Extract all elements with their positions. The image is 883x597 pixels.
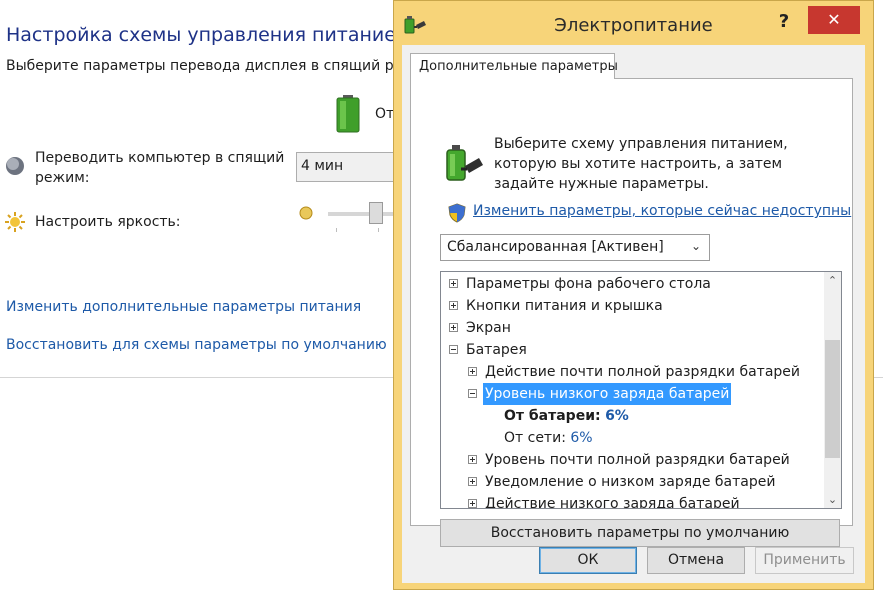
brightness-label: Настроить яркость: (35, 214, 181, 230)
slider-tick (378, 228, 379, 232)
dim-sun-icon (299, 206, 313, 220)
expand-plus-icon[interactable] (468, 499, 477, 508)
tree-item-label: Экран (466, 320, 511, 336)
change-unavailable-settings-link[interactable]: Изменить параметры, которые сейчас недос… (473, 203, 851, 219)
dialog-titlebar[interactable]: Электропитание ? ✕ (394, 1, 873, 47)
ok-button[interactable]: ОК (539, 547, 637, 574)
expand-plus-icon[interactable] (449, 323, 458, 332)
uac-shield-icon (448, 203, 466, 223)
scroll-up-arrow-icon[interactable]: ⌃ (824, 272, 841, 289)
restore-defaults-button[interactable]: Восстановить параметры по умолчанию (440, 519, 840, 547)
power-plan-select-value: Сбалансированная [Активен] (447, 239, 664, 255)
tab-panel: Выберите схему управления питанием, кото… (410, 78, 853, 547)
expand-plus-icon[interactable] (449, 301, 458, 310)
expand-plus-icon[interactable] (468, 367, 477, 376)
restore-plan-defaults-link[interactable]: Восстановить для схемы параметры по умол… (6, 337, 387, 353)
tree-item-label: Параметры фона рабочего стола (466, 276, 711, 292)
plugged-in-label: От сети: (504, 430, 566, 446)
tab-advanced-settings[interactable]: Дополнительные параметры (410, 53, 618, 79)
expand-plus-icon[interactable] (449, 279, 458, 288)
chevron-down-icon: ⌄ (690, 239, 701, 253)
tree-item-label: Действие низкого заряда батарей (485, 496, 740, 509)
apply-button[interactable]: Применить (755, 547, 854, 574)
plugged-in-value[interactable]: 6% (570, 430, 592, 446)
setting-on-battery[interactable]: От батареи: 6% (504, 405, 629, 427)
sleep-label: Переводить компьютер в спящий режим: (35, 150, 285, 186)
tree-scrollbar[interactable]: ⌃ ⌄ (824, 272, 841, 508)
expand-plus-icon[interactable] (468, 477, 477, 486)
brightness-slider-thumb[interactable] (369, 202, 383, 224)
tree-item-label: Кнопки питания и крышка (466, 298, 663, 314)
page-title: Настройка схемы управления питанием "С (6, 24, 439, 46)
cancel-button[interactable]: Отмена (647, 547, 745, 574)
close-button[interactable]: ✕ (808, 6, 860, 34)
on-battery-column-header: От (375, 106, 395, 122)
collapse-minus-icon[interactable] (468, 389, 477, 398)
power-plan-select[interactable]: Сбалансированная [Активен] ⌄ (440, 234, 710, 261)
advanced-settings-link[interactable]: Изменить дополнительные параметры питани… (6, 299, 361, 315)
help-button[interactable]: ? (770, 9, 798, 35)
dialog-body: Дополнительные параметры Выберите схему … (402, 45, 865, 583)
scrollbar-thumb[interactable] (825, 340, 840, 458)
power-options-dialog: Электропитание ? ✕ Дополнительные параме… (393, 0, 874, 590)
power-options-icon (446, 145, 483, 181)
on-battery-value[interactable]: 6% (605, 408, 629, 424)
expand-plus-icon[interactable] (468, 455, 477, 464)
tree-item-label-selected: Уровень низкого заряда батарей (483, 383, 732, 405)
collapse-minus-icon[interactable] (449, 345, 458, 354)
page-subtitle: Выберите параметры перевода дисплея в сп… (6, 58, 415, 74)
panel-description: Выберите схему управления питанием, кото… (494, 136, 788, 192)
brightness-sun-icon (5, 212, 25, 232)
dialog-title: Электропитание (554, 15, 713, 36)
battery-icon (336, 95, 360, 133)
sleep-select[interactable]: 4 мин (296, 152, 406, 182)
tree-item-label: Действие почти полной разрядки батарей (485, 364, 800, 380)
on-battery-label: От батареи: (504, 408, 601, 424)
sleep-moon-icon (6, 157, 24, 175)
setting-plugged-in[interactable]: От сети: 6% (504, 427, 593, 449)
tree-item-label: Уровень почти полной разрядки батарей (485, 452, 790, 468)
settings-tree[interactable]: Параметры фона рабочего стола Кнопки пит… (440, 271, 842, 509)
tree-item-label: Батарея (466, 342, 527, 358)
scroll-down-arrow-icon[interactable]: ⌄ (824, 491, 841, 508)
tree-item-label: Уведомление о низком заряде батарей (485, 474, 776, 490)
slider-tick (336, 228, 337, 232)
